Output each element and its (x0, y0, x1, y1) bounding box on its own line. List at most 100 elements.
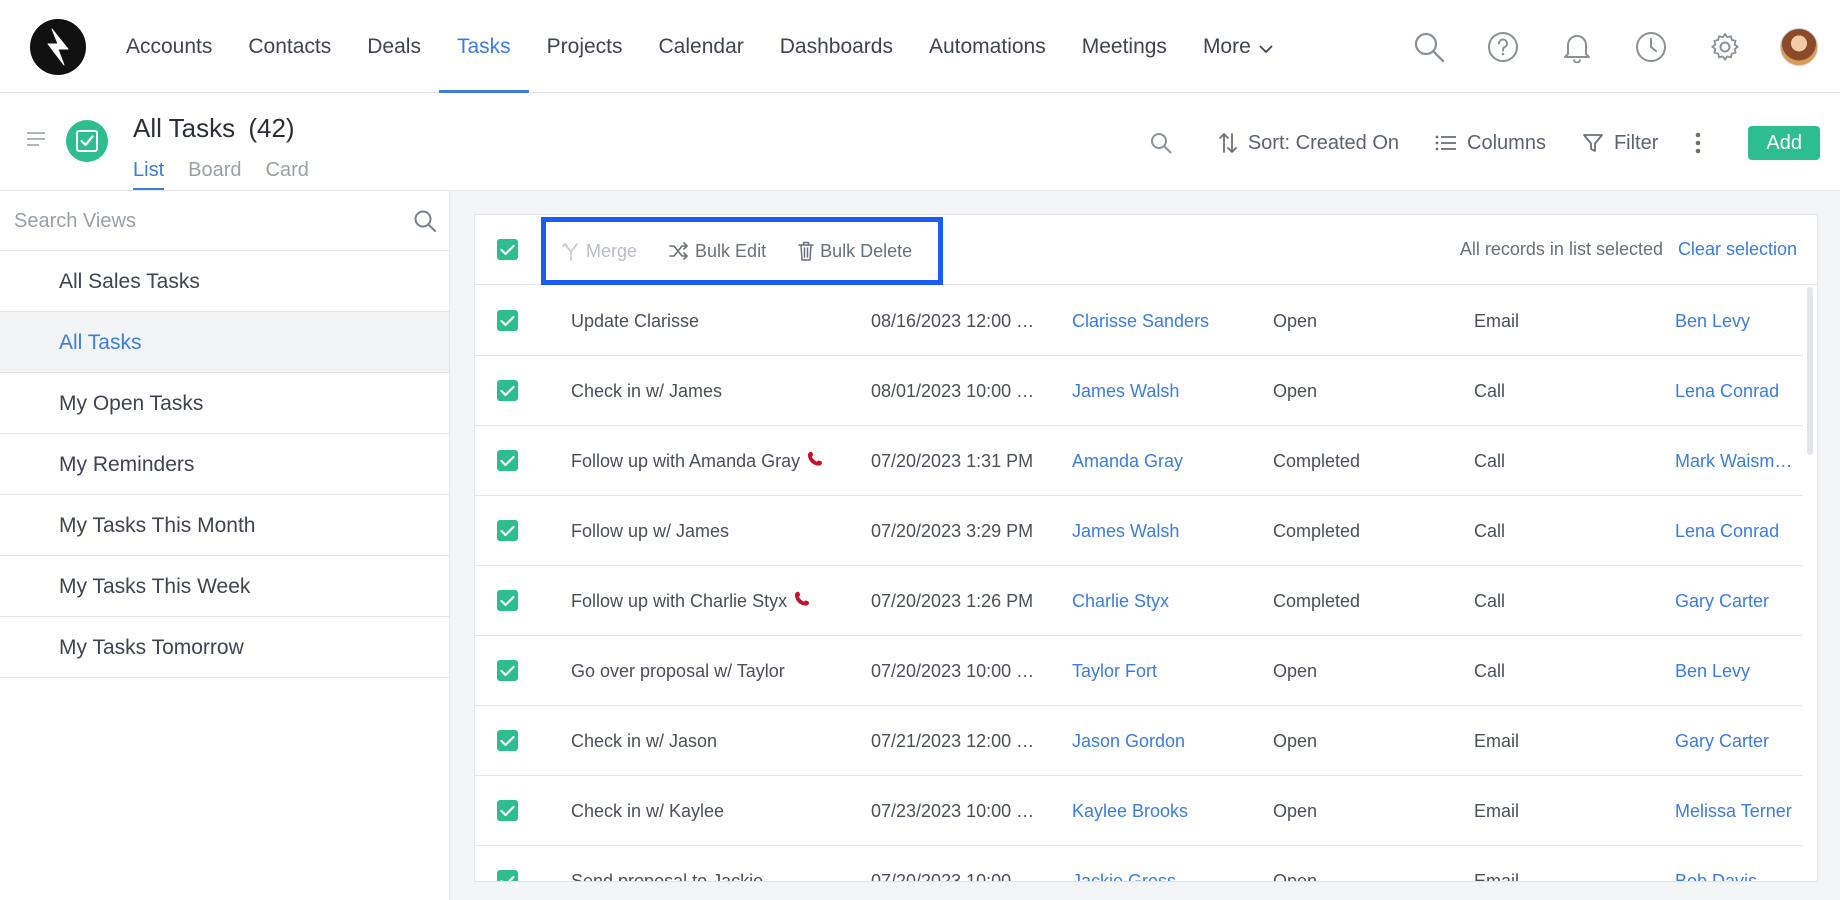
sort-button[interactable]: Sort: Created On (1218, 131, 1399, 155)
table-row[interactable]: Update Clarisse 08/16/2023 12:00 … Clariss… (475, 286, 1803, 356)
table-row[interactable]: Check in w/ Kaylee 07/23/2023 10:00 … Kayl… (475, 776, 1803, 846)
nav-item-dashboards[interactable]: Dashboards (762, 0, 911, 93)
table-row[interactable]: Go over proposal w/ Taylor 07/20/2023 10:… (475, 636, 1803, 706)
task-owner-link[interactable]: Gary Carter (1675, 706, 1800, 776)
task-subject-text: Follow up w/ James (571, 521, 730, 541)
table-row[interactable]: Follow up with Charlie Styx 07/20/2023 1:… (475, 566, 1803, 636)
nav-menu: Accounts Contacts Deals Tasks Projects Calend… (108, 0, 1291, 93)
task-contact-link[interactable]: James Walsh (1072, 496, 1252, 566)
task-owner-link[interactable]: Ben Levy (1675, 636, 1800, 706)
user-avatar[interactable] (1780, 28, 1818, 66)
bulk-edit-label: Bulk Edit (695, 240, 767, 261)
row-checkbox[interactable] (497, 870, 518, 881)
task-contact-link[interactable]: Amanda Gray (1072, 426, 1252, 496)
search-icon[interactable] (1410, 28, 1448, 66)
task-status: Open (1273, 286, 1443, 356)
page-title: All Tasks (42) (133, 113, 295, 144)
task-contact-link[interactable]: Charlie Styx (1072, 566, 1252, 636)
app-logo[interactable] (30, 19, 86, 75)
view-tab-list[interactable]: List (133, 159, 165, 190)
columns-button[interactable]: Columns (1435, 132, 1546, 155)
filter-button[interactable]: Filter (1582, 132, 1658, 155)
table-row[interactable]: Check in w/ James 08/01/2023 10:00 … James… (475, 356, 1803, 426)
task-subject: Check in w/ Jason (571, 706, 851, 776)
nav-item-calendar[interactable]: Calendar (641, 0, 762, 93)
gear-icon[interactable] (1706, 28, 1744, 66)
row-checkbox[interactable] (497, 310, 518, 331)
task-owner-link[interactable]: Lena Conrad (1675, 496, 1800, 566)
task-owner-link[interactable]: Gary Carter (1675, 566, 1800, 636)
task-contact-link[interactable]: James Walsh (1072, 356, 1252, 426)
add-button[interactable]: Add (1748, 126, 1820, 160)
task-status: Open (1273, 846, 1443, 881)
view-item[interactable]: My Reminders (0, 434, 449, 495)
row-checkbox[interactable] (497, 590, 518, 611)
bell-icon[interactable] (1558, 28, 1596, 66)
nav-item-tasks[interactable]: Tasks (438, 0, 529, 93)
help-icon[interactable] (1484, 28, 1522, 66)
task-contact-link[interactable]: Clarisse Sanders (1072, 286, 1252, 356)
task-contact-link[interactable]: Kaylee Brooks (1072, 776, 1252, 846)
nav-item-contacts[interactable]: Contacts (230, 0, 349, 93)
nav-item-deals[interactable]: Deals (349, 0, 439, 93)
task-subject: Follow up with Charlie Styx (571, 566, 851, 636)
merge-button[interactable]: Merge (562, 241, 637, 262)
row-checkbox[interactable] (497, 520, 518, 541)
view-header: All Tasks (42) List Board Card Sort: Creat… (0, 93, 1840, 191)
chevron-down-icon (1259, 1, 1273, 94)
task-due-date-text: 08/16/2023 12:00 … (871, 311, 1035, 331)
nav-item-projects[interactable]: Projects (529, 0, 641, 93)
menu-icon[interactable] (26, 131, 46, 152)
task-contact-link-text: Kaylee Brooks (1072, 801, 1189, 821)
nav-item-automations[interactable]: Automations (911, 0, 1064, 93)
select-all-checkbox[interactable] (497, 239, 518, 260)
task-contact-link[interactable]: Jackie Gross (1072, 846, 1252, 881)
task-owner-link[interactable]: Melissa Terner (1675, 776, 1800, 846)
nav-item-label: Accounts (126, 35, 213, 58)
view-item[interactable]: My Open Tasks (0, 373, 449, 434)
row-checkbox[interactable] (497, 380, 518, 401)
view-item[interactable]: All Tasks (0, 312, 449, 373)
nav-item-accounts[interactable]: Accounts (108, 0, 230, 93)
row-checkbox[interactable] (497, 450, 518, 471)
task-due-date-text: 07/20/2023 1:31 PM (871, 451, 1034, 471)
table-scrollbar[interactable] (1807, 287, 1813, 455)
bulk-edit-button[interactable]: Bulk Edit (669, 241, 766, 262)
search-views-input[interactable] (14, 203, 394, 239)
task-type: Email (1474, 706, 1644, 776)
table-row[interactable]: Check in w/ Jason 07/21/2023 12:00 … Jason… (475, 706, 1803, 776)
row-checkbox[interactable] (497, 660, 518, 681)
task-status-text: Completed (1273, 521, 1361, 541)
search-icon[interactable] (413, 209, 437, 238)
task-owner-link-text: Gary Carter (1675, 591, 1770, 611)
more-options-icon[interactable] (1694, 131, 1712, 155)
row-checkbox[interactable] (497, 800, 518, 821)
view-item[interactable]: All Sales Tasks (0, 251, 449, 312)
task-due-date: 08/01/2023 10:00 … (871, 356, 1037, 426)
clock-icon[interactable] (1632, 28, 1670, 66)
search-records-button[interactable] (1150, 132, 1182, 154)
task-owner-link[interactable]: Bob Davis (1675, 846, 1800, 881)
task-contact-link[interactable]: Jason Gordon (1072, 706, 1252, 776)
nav-item-more[interactable]: More (1185, 0, 1291, 93)
view-tab-board[interactable]: Board (188, 159, 241, 190)
clear-selection-link[interactable]: Clear selection (1678, 239, 1797, 260)
view-tab-card[interactable]: Card (266, 159, 309, 190)
bulk-delete-button[interactable]: Bulk Delete (798, 241, 912, 262)
task-contact-link[interactable]: Taylor Fort (1072, 636, 1252, 706)
view-item[interactable]: My Tasks Tomorrow (0, 617, 449, 678)
table-row[interactable]: Send proposal to Jackie 07/20/2023 10:00 … (475, 846, 1803, 882)
task-owner-link[interactable]: Ben Levy (1675, 286, 1800, 356)
table-row[interactable]: Follow up with Amanda Gray 07/20/2023 1:3… (475, 426, 1803, 496)
task-due-date: 08/16/2023 12:00 … (871, 286, 1037, 356)
task-owner-link[interactable]: Lena Conrad (1675, 356, 1800, 426)
task-owner-link[interactable]: Mark Waism… (1675, 426, 1800, 496)
task-contact-link-text: James Walsh (1072, 521, 1180, 541)
task-type-text: Email (1474, 871, 1520, 882)
view-item[interactable]: My Tasks This Week (0, 556, 449, 617)
nav-item-meetings[interactable]: Meetings (1064, 0, 1185, 93)
row-checkbox[interactable] (497, 730, 518, 751)
nav-item-label: Deals (367, 35, 421, 58)
view-item[interactable]: My Tasks This Month (0, 495, 449, 556)
table-row[interactable]: Follow up w/ James 07/20/2023 3:29 PM Jame… (475, 496, 1803, 566)
